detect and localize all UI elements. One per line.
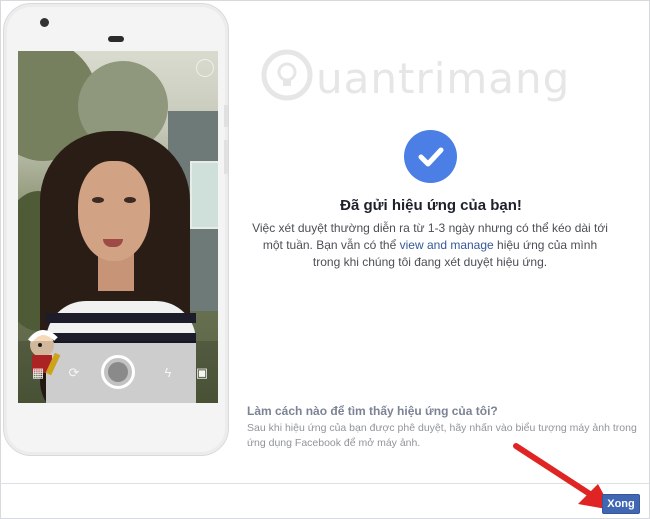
flip-camera-icon[interactable]: ⟳	[66, 365, 82, 381]
dialog-title: Đã gửi hiệu ứng của bạn!	[340, 197, 522, 214]
check-icon	[418, 147, 444, 167]
gallery-icon[interactable]: ▣	[194, 365, 210, 381]
phone-speaker	[108, 36, 124, 42]
preview-person-eye	[92, 197, 104, 203]
shutter-inner	[108, 362, 128, 382]
done-button[interactable]: Xong	[602, 494, 640, 514]
help-question: Làm cách nào để tìm thấy hiệu ứng của tô…	[247, 404, 498, 418]
success-check-circle	[404, 130, 457, 183]
preview-options-icon[interactable]	[196, 59, 214, 77]
shirt-stripe	[46, 313, 196, 323]
dialog-description: Việc xét duyệt thường diễn ra từ 1-3 ngà…	[250, 220, 610, 271]
watermark: uantrimang	[260, 48, 569, 108]
view-and-manage-link[interactable]: view and manage	[400, 238, 494, 252]
shutter-button[interactable]	[101, 355, 135, 389]
phone-side-button	[224, 105, 228, 127]
phone-side-button	[224, 140, 228, 174]
flash-off-icon[interactable]: ϟ	[160, 365, 176, 381]
preview-window	[190, 161, 218, 229]
watermark-text: uantrimang	[316, 54, 571, 103]
preview-person-eye	[124, 197, 136, 203]
watermark-logo-icon	[261, 49, 313, 101]
camera-preview-screen: ▦ ⟳ ϟ ▣	[18, 51, 218, 403]
phone-front-camera	[40, 18, 49, 27]
phone-mockup: ▦ ⟳ ϟ ▣	[3, 3, 229, 456]
image-stack-icon[interactable]: ▦	[30, 365, 46, 381]
